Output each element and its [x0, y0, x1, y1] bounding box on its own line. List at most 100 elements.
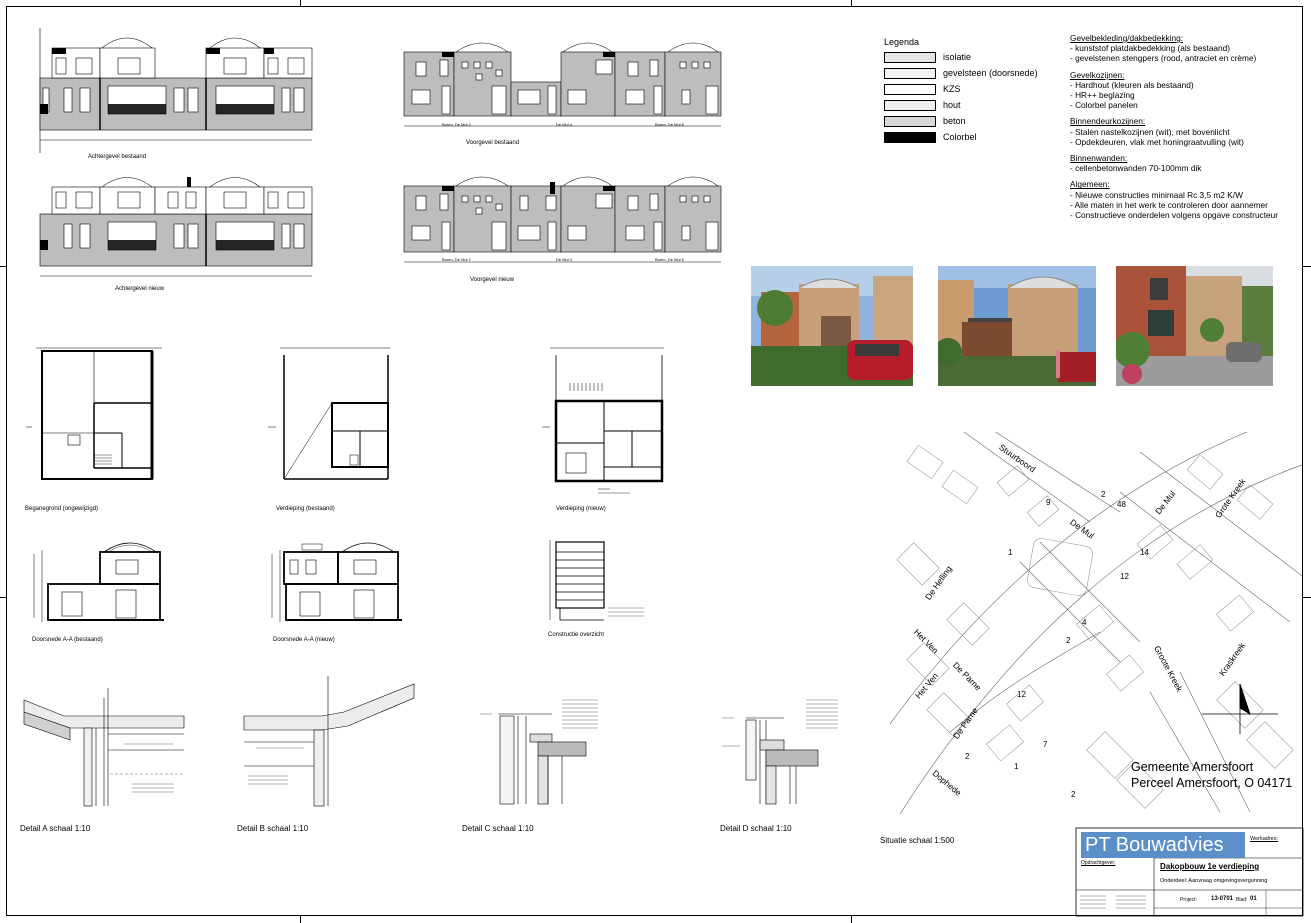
legend-title: Legenda: [884, 37, 920, 47]
project-number: 13-0701: [1211, 896, 1234, 902]
map-house-number: 9: [1046, 498, 1051, 507]
site-photo-1: [751, 266, 913, 386]
construction-notes: Gevelbekleding/dakbedekking: - kunststof …: [1070, 33, 1305, 226]
front-facade-new-caption: Voorgevel nieuw: [470, 277, 515, 283]
map-house-number: 14: [1140, 548, 1149, 557]
site-photo-3: [1116, 266, 1273, 386]
crop-mark: [1303, 266, 1311, 267]
notes-heading: Gevelkozijnen:: [1070, 69, 1125, 80]
legend-label: KZS: [943, 84, 961, 94]
facade-label-neighbour-6: Buren, De Mul 6: [655, 257, 684, 262]
rear-facade-existing-drawing: [39, 28, 313, 153]
legend-swatch: [884, 132, 936, 143]
map-house-number: 2: [1071, 790, 1076, 799]
ground-floor-caption: Beganegrond (ongewijzigd): [25, 506, 99, 512]
notes-heading: Binnenwanden:: [1070, 153, 1128, 164]
first-floor-new-caption: Verdieping (nieuw): [556, 506, 606, 512]
facade-label-de-mul-4: De Mul 4: [556, 122, 573, 127]
legend-label: hout: [943, 100, 961, 110]
notes-line: - Opdekdeuren, vlak met honingraatvullin…: [1070, 136, 1244, 147]
notes-heading: Binnendeurkozijnen:: [1070, 116, 1146, 127]
front-facade-existing-drawing: [403, 42, 722, 127]
structure-overview-drawing: [549, 540, 644, 621]
crop-mark: [851, 916, 852, 923]
detail-d-caption: Detail D schaal 1:10: [720, 824, 792, 833]
map-house-number: 48: [1117, 500, 1126, 509]
drawing-title: Dakopbouw 1e verdieping: [1160, 862, 1260, 871]
crop-mark: [0, 266, 6, 267]
notes-line: - HR++ beglazing: [1070, 90, 1135, 101]
first-floor-new-plan: [542, 347, 664, 494]
detail-b-caption: Detail B schaal 1:10: [237, 824, 309, 833]
map-house-number: 1: [1008, 548, 1013, 557]
detail-c-caption: Detail C schaal 1:10: [462, 824, 534, 833]
legend-label: isolatie: [943, 52, 972, 62]
title-block-project-label: Werkadres:: [1250, 836, 1279, 842]
crop-mark: [300, 0, 301, 6]
detail-c-drawing: [480, 699, 598, 805]
facade-label-neighbour-2: Buren, De Mul 2: [442, 257, 471, 262]
notes-line: - gevelstenen stengpers (rood, antraciet…: [1070, 53, 1257, 64]
first-floor-existing-plan: [268, 347, 390, 480]
map-house-number: 2: [965, 752, 970, 761]
project-number-label: Project:: [1180, 897, 1197, 903]
notes-line: - Constructieve onderdelen volgens opgav…: [1070, 210, 1279, 221]
section-aa-new-drawing: [271, 542, 402, 622]
detail-d-drawing: [722, 699, 838, 805]
map-house-number: 7: [1043, 740, 1048, 749]
front-facade-new-drawing: [403, 176, 722, 263]
detail-b-drawing: [243, 676, 415, 807]
notes-heading: Gevelbekleding/dakbedekking:: [1070, 33, 1184, 43]
title-block-client-label: Opdrachtgever:: [1081, 860, 1116, 866]
crop-mark: [0, 597, 6, 598]
crop-mark: [1303, 597, 1311, 598]
facade-label-neighbour-2: Buren, De Mul 2: [442, 122, 471, 127]
notes-group: Binnenwanden: - cellenbetonwanden 70-100m…: [1070, 153, 1305, 173]
facade-label-de-mul-4: De Mul 4: [556, 257, 573, 262]
notes-group: Binnendeurkozijnen: - Stalen nastelkozijn…: [1070, 116, 1305, 147]
crop-mark: [851, 0, 852, 6]
rear-facade-existing-caption: Achtergevel bestaand: [88, 154, 147, 160]
company-logo: PT Bouwadvies: [1081, 832, 1245, 858]
notes-line: - Colorbel panelen: [1070, 100, 1138, 111]
notes-heading: Algemeen:: [1070, 179, 1110, 190]
section-new-caption: Doorsnede A-A (nieuw): [273, 637, 335, 643]
drawing-subtitle: Onderdeel: Aanvraag omgevingsvergunning: [1160, 878, 1268, 884]
map-house-number: 2: [1066, 636, 1071, 645]
sheet-number: 01: [1250, 896, 1257, 902]
legend-label: beton: [943, 116, 966, 126]
legend-swatch: [884, 100, 936, 111]
legend-swatch: [884, 116, 936, 127]
site-plan-caption: Situatie schaal 1:500: [880, 836, 955, 845]
facade-label-neighbour-6: Buren, De Mul 6: [655, 122, 684, 127]
sheet-number-label: Blad:: [1236, 897, 1248, 903]
detail-a-drawing: [23, 688, 185, 807]
map-house-number: 2: [1101, 490, 1106, 499]
notes-line: - Hardhout (kleuren als bestaand): [1070, 79, 1194, 90]
legend-swatch: [884, 52, 936, 63]
legend-label: gevelsteen (doorsnede): [943, 68, 1038, 78]
notes-group: Gevelkozijnen: - Hardhout (kleuren als be…: [1070, 70, 1305, 111]
legend-label: Colorbel: [943, 132, 977, 142]
site-photo-2: [938, 266, 1096, 386]
map-house-number: 1: [1014, 762, 1019, 771]
detail-a-caption: Detail A schaal 1:10: [20, 824, 91, 833]
crop-mark: [300, 916, 301, 923]
legend-swatch: [884, 68, 936, 79]
front-facade-existing-caption: Voorgevel bestaand: [466, 140, 520, 146]
rear-facade-new-drawing: [39, 177, 313, 277]
rear-facade-new-caption: Achtergevel nieuw: [115, 286, 165, 292]
section-aa-existing-drawing: [33, 542, 164, 622]
notes-group: Gevelbekleding/dakbedekking: - kunststof …: [1070, 33, 1305, 64]
map-house-number: 12: [1017, 690, 1026, 699]
ground-floor-plan: [26, 347, 162, 480]
section-existing-caption: Doorsnede A-A (bestaand): [32, 637, 103, 643]
first-floor-existing-caption: Verdieping (bestaand): [276, 506, 335, 512]
notes-line: - Stalen nastelkozijnen (wit), met boven…: [1070, 126, 1230, 137]
map-parcel: Perceel Amersfoort, O 04171: [1131, 776, 1293, 790]
legend-swatch: [884, 84, 936, 95]
notes-line: - Nieuwe constructies minimaal Rc 3,5 m2…: [1070, 189, 1243, 200]
notes-line: - cellenbetonwanden 70-100mm dik: [1070, 163, 1202, 174]
notes-line: - kunststof platdakbedekking (als bestaa…: [1070, 43, 1231, 54]
structure-overview-caption: Constructie overzicht: [548, 632, 605, 638]
